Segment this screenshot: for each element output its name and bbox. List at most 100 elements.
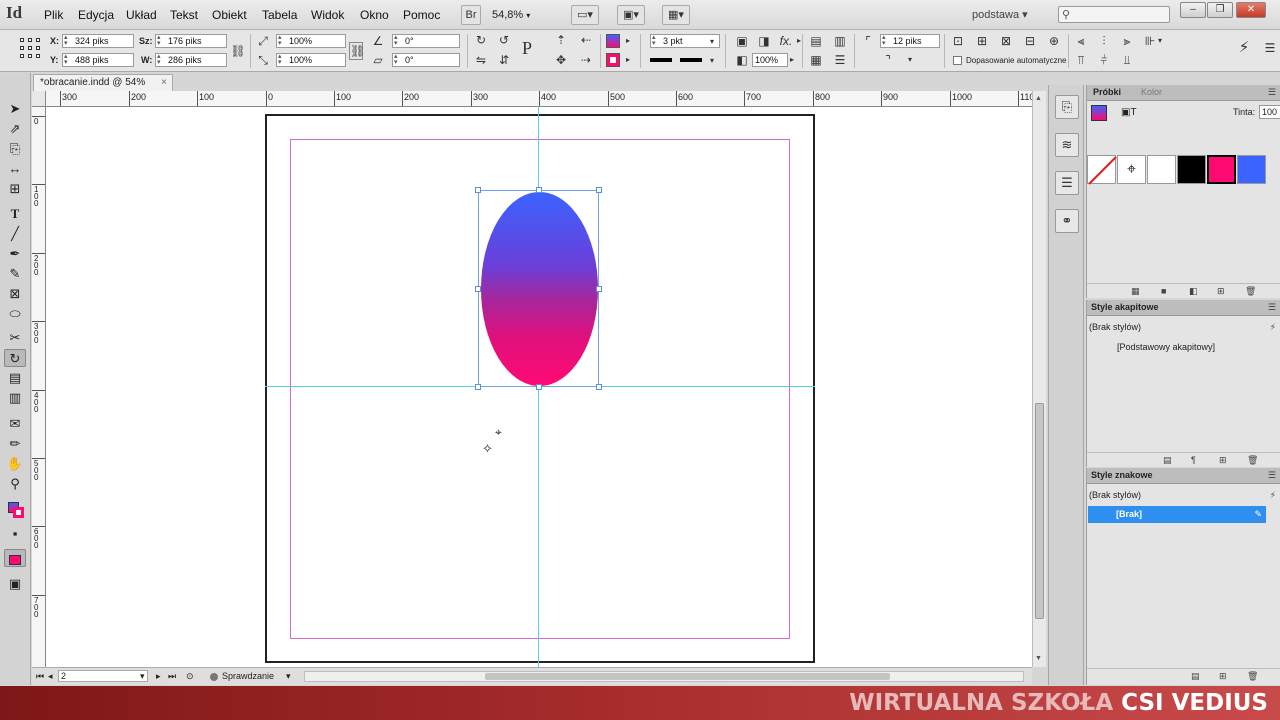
screen-mode-button[interactable]: ▣▾ <box>617 5 645 25</box>
fill-proportional-icon[interactable]: ⊟ <box>1022 33 1038 49</box>
resize-handle[interactable] <box>475 384 481 390</box>
shear-angle-field[interactable]: ▴ ▾ 0° <box>392 53 460 67</box>
rotation-reference-point-icon[interactable]: ⌖ <box>495 425 502 440</box>
resize-handle[interactable] <box>596 384 602 390</box>
page-number-field[interactable]: 2 <box>58 670 148 682</box>
character-style-none-selected[interactable]: [Brak] ✎ <box>1088 506 1266 523</box>
scale-x-field[interactable]: ▴ ▾ 100% <box>276 34 346 48</box>
paragraph-style-basic[interactable]: [Podstawowy akapitowy] <box>1117 342 1215 352</box>
next-page-icon[interactable]: ▸ <box>156 671 161 682</box>
menu-pomoc[interactable]: Pomoc <box>403 8 440 22</box>
menu-edycja[interactable]: Edycja <box>78 8 114 22</box>
scale-y-field[interactable]: ▴ ▾ 100% <box>276 53 346 67</box>
menu-widok[interactable]: Widok <box>311 8 344 22</box>
container-format-icon[interactable]: ▣T <box>1121 107 1137 118</box>
new-style-group-icon[interactable]: ▤ <box>1163 455 1172 466</box>
tab-character-styles[interactable]: Style znakowe <box>1091 470 1153 480</box>
fit-proportional-icon[interactable]: ⊠ <box>998 33 1014 49</box>
align-dropdown[interactable]: ▾ <box>1158 36 1162 45</box>
swatch-magenta[interactable] <box>1207 155 1236 184</box>
control-panel-menu-icon[interactable]: ☰ <box>1262 40 1278 56</box>
auto-fit-checkbox[interactable] <box>953 56 962 65</box>
fill-swatch[interactable] <box>606 34 620 48</box>
width-field[interactable]: ▴ ▾ 176 piks <box>155 34 227 48</box>
eyedropper-tool-icon[interactable]: ✏ <box>4 435 26 453</box>
view-options-button[interactable]: ▭▾ <box>571 5 599 25</box>
ruler-origin[interactable] <box>32 91 46 107</box>
y-position-field[interactable]: ▴ ▾ 488 piks <box>62 53 134 67</box>
stroke-weight-dropdown[interactable]: ▾ <box>710 37 714 46</box>
scroll-up-icon[interactable]: ▲ <box>1035 95 1042 102</box>
align-left-icon[interactable]: ⫷ <box>1073 33 1089 49</box>
tab-paragraph-styles[interactable]: Style akapitowe <box>1091 302 1159 312</box>
new-style-group-icon[interactable]: ▤ <box>1191 671 1200 682</box>
select-prev-icon[interactable]: ⇠ <box>578 32 594 48</box>
effects-icon[interactable]: ◨ <box>756 33 772 49</box>
scroll-down-icon[interactable]: ▼ <box>1035 655 1042 662</box>
select-next-icon[interactable]: ⇢ <box>578 52 594 68</box>
direct-selection-tool-icon[interactable]: ⇗ <box>4 120 26 138</box>
links-panel-icon[interactable]: ⚭ <box>1055 209 1079 233</box>
preflight-dropdown-icon[interactable]: ▾ <box>286 671 291 682</box>
gap-tool-icon[interactable]: ↔ <box>4 160 26 178</box>
distribute-icon[interactable]: ⊪ <box>1142 33 1158 49</box>
text-wrap-box-icon[interactable]: ▥ <box>832 33 848 49</box>
stroke-dropdown-icon[interactable]: ▸ <box>626 55 630 64</box>
close-tab-icon[interactable]: × <box>161 75 167 91</box>
corner-options-icon[interactable]: ⌜ <box>860 33 876 49</box>
hand-tool-icon[interactable]: ✋ <box>4 455 26 473</box>
ellipse-tool-icon[interactable]: ⬭ <box>4 305 26 323</box>
constrain-proportions-icon[interactable]: ⛓ <box>230 43 246 59</box>
constrain-scale-icon[interactable]: ⛓ <box>349 42 365 60</box>
text-wrap-jump-icon[interactable]: ☰ <box>832 52 848 68</box>
formatting-affects-container-icon[interactable] <box>4 549 26 567</box>
menu-tekst[interactable]: Tekst <box>170 8 198 22</box>
show-gradient-swatches-icon[interactable]: ◧ <box>1189 286 1198 297</box>
first-page-icon[interactable]: ⏮ <box>36 671 44 682</box>
show-all-swatches-icon[interactable]: ▦ <box>1131 286 1140 297</box>
center-content-icon[interactable]: ⊕ <box>1046 33 1062 49</box>
menu-obiekt[interactable]: Obiekt <box>212 8 247 22</box>
rectangle-frame-tool-icon[interactable]: ⊠ <box>4 285 26 303</box>
fill-dropdown-icon[interactable]: ▸ <box>626 36 630 45</box>
swatch-none[interactable] <box>1087 155 1117 185</box>
align-center-icon[interactable]: ⫶ <box>1096 33 1112 49</box>
swatch-black[interactable] <box>1177 155 1206 184</box>
height-field[interactable]: ▴ ▾ 286 piks <box>155 53 227 67</box>
horizontal-scrollbar[interactable] <box>304 671 1024 682</box>
reference-point-icon[interactable] <box>20 38 40 58</box>
prev-page-icon[interactable]: ◂ <box>48 671 53 682</box>
vertical-ruler[interactable]: 0 1 0 0 2 0 0 3 0 0 4 0 0 5 0 0 6 0 0 7 … <box>32 107 46 667</box>
tab-color[interactable]: Kolor <box>1141 87 1162 97</box>
scissors-tool-icon[interactable]: ✂ <box>4 329 26 347</box>
last-page-icon[interactable]: ⏭ <box>168 671 176 682</box>
pencil-tool-icon[interactable]: ✎ <box>4 265 26 283</box>
align-middle-icon[interactable]: ⫩ <box>1096 52 1112 68</box>
swatch-fill-stroke-icon[interactable] <box>1091 105 1107 121</box>
new-swatch-icon[interactable]: ⊞ <box>1217 286 1225 297</box>
text-wrap-none-icon[interactable]: ▤ <box>808 33 824 49</box>
menu-uklad[interactable]: Układ <box>126 8 157 22</box>
selection-tool-icon[interactable]: ➤ <box>4 100 26 118</box>
tab-swatches[interactable]: Próbki <box>1093 87 1121 97</box>
fit-frame-icon[interactable]: ⊡ <box>950 33 966 49</box>
tint-field[interactable]: 100 <box>1259 105 1280 119</box>
stroke-type-dropdown[interactable]: ▾ <box>710 56 714 65</box>
zoom-tool-icon[interactable]: ⚲ <box>4 475 26 493</box>
delete-swatch-icon[interactable]: 🗑 <box>1245 286 1256 297</box>
document-tab[interactable]: *obracanie.indd @ 54% × <box>33 74 173 91</box>
delete-style-icon[interactable]: 🗑 <box>1247 671 1258 682</box>
horizontal-scroll-thumb[interactable] <box>485 673 890 680</box>
fit-content-icon[interactable]: ⊞ <box>974 33 990 49</box>
spacing-field[interactable]: ▴ ▾ 12 piks <box>880 34 940 48</box>
menu-tabela[interactable]: Tabela <box>262 8 297 22</box>
resize-handle[interactable] <box>475 286 481 292</box>
preflight-icon[interactable]: ⊙ <box>186 671 194 682</box>
align-right-icon[interactable]: ⫸ <box>1119 33 1135 49</box>
delete-style-icon[interactable]: 🗑 <box>1247 455 1258 466</box>
select-content-icon[interactable]: ✥ <box>553 52 569 68</box>
bridge-button[interactable]: Br <box>461 5 481 25</box>
lightning-icon[interactable]: ⚡ <box>1270 322 1276 333</box>
clear-overrides-icon[interactable]: ¶ <box>1191 455 1196 465</box>
swatch-paper[interactable] <box>1147 155 1176 184</box>
